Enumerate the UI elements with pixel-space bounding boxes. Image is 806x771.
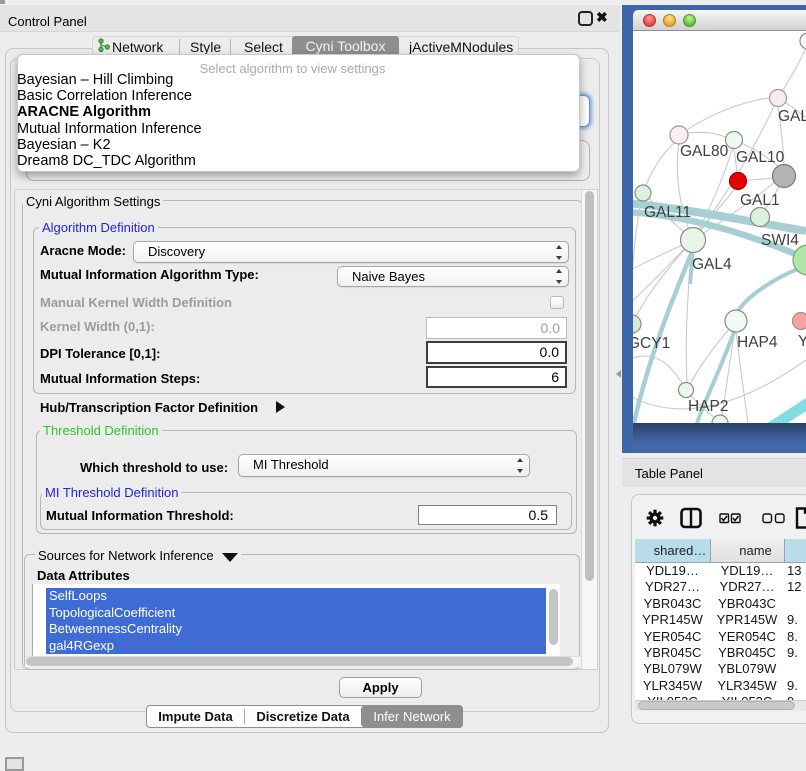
svg-text:GAL1: GAL1 (740, 192, 780, 209)
svg-text:GAL7: GAL7 (778, 108, 806, 125)
svg-text:HAP4: HAP4 (737, 334, 778, 351)
svg-text:GAL80: GAL80 (680, 143, 729, 160)
svg-text:GAL11: GAL11 (644, 204, 691, 221)
svg-text:HAP2: HAP2 (688, 398, 729, 415)
svg-text:GAL4: GAL4 (692, 256, 732, 273)
svg-text:YM: YM (798, 333, 806, 350)
svg-text:GAL10: GAL10 (736, 149, 785, 166)
svg-text:SWI4: SWI4 (761, 232, 799, 249)
svg-text:GCY1: GCY1 (633, 335, 670, 352)
